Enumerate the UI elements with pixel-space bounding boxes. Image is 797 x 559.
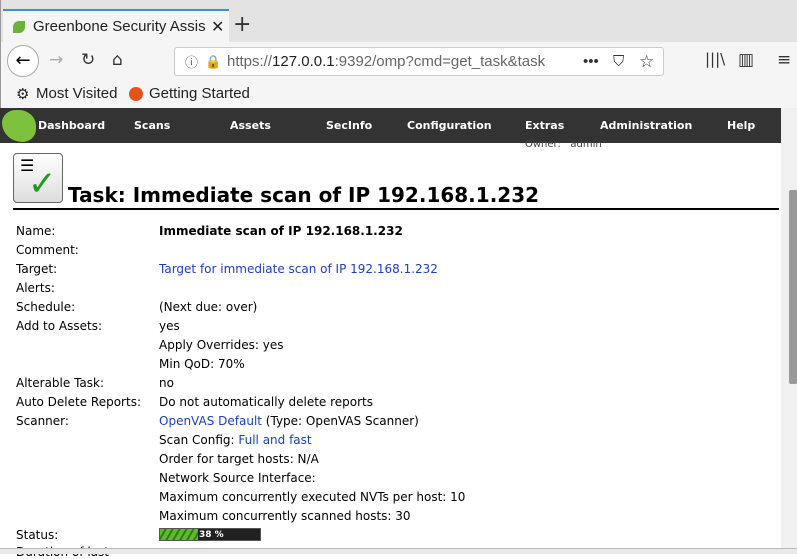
more-icon[interactable]: ••• [583, 53, 599, 70]
info-icon[interactable]: ⓘ [185, 52, 198, 71]
bookmark-getting-started[interactable]: Getting Started [149, 85, 250, 102]
field-value: no [159, 376, 174, 390]
menu-extras[interactable]: Extras [525, 119, 564, 132]
owner-info: Owner: admin [525, 139, 602, 150]
field-value: Do not automatically delete reports [159, 395, 374, 409]
nav-bar: ← → ↻ ⌂ ⓘ 🔒 https://127.0.0.1:9392/omp?c… [0, 42, 797, 80]
close-tab-icon[interactable]: ✕ [211, 17, 224, 37]
menu-help[interactable]: Help [727, 119, 755, 132]
field-value: (Next due: over) [159, 300, 258, 314]
task-icon: ☰ ✓ [13, 153, 63, 204]
greenbone-logo-icon[interactable] [2, 110, 36, 142]
gear-icon: ⚙ [16, 86, 30, 103]
field-value: Maximum concurrently executed NVTs per h… [159, 490, 466, 504]
pocket-icon[interactable]: ⛉ [613, 53, 624, 70]
field-label: Comment: [16, 243, 79, 257]
field-value: OpenVAS Default (Type: OpenVAS Scanner) [159, 414, 419, 428]
menu-secinfo[interactable]: SecInfo [326, 119, 372, 132]
menu-configuration[interactable]: Configuration [407, 119, 492, 132]
page-title: Task: Immediate scan of IP 192.168.1.232 [68, 183, 540, 207]
field-label: Alterable Task: [16, 376, 105, 390]
field-value: Target for immediate scan of IP 192.168.… [159, 262, 438, 276]
field-link[interactable]: Target for immediate scan of IP 192.168.… [159, 262, 438, 276]
reload-button[interactable]: ↻ [81, 50, 95, 70]
status-strip [0, 548, 797, 554]
browser-tab[interactable]: Greenbone Security Assistant✕ [3, 9, 229, 42]
main-menu: Dashboard Scans Assets SecInfo Configura… [0, 108, 781, 143]
field-label: Target: [16, 262, 58, 276]
field-value: Scan Config: Full and fast [159, 433, 312, 447]
sidebar-icon[interactable]: ▥ [738, 50, 754, 70]
field-label: Scanner: [16, 414, 69, 428]
status-label: Status: [16, 528, 59, 542]
firefox-icon [129, 87, 143, 101]
menu-scans[interactable]: Scans [134, 119, 170, 132]
menu-assets[interactable]: Assets [230, 119, 271, 132]
field-value: Network Source Interface: [159, 471, 316, 485]
field-label: Schedule: [16, 300, 76, 314]
field-value: Immediate scan of IP 192.168.1.232 [159, 224, 403, 238]
field-value: Min QoD: 70% [159, 357, 245, 371]
field-label: Add to Assets: [16, 319, 103, 333]
bookmark-most-visited[interactable]: Most Visited [36, 85, 117, 102]
url-bar[interactable]: ⓘ 🔒 https://127.0.0.1:9392/omp?cmd=get_t… [174, 47, 664, 76]
hamburger-menu-icon[interactable]: ≡ [777, 50, 791, 70]
forward-button[interactable]: → [49, 50, 63, 70]
lock-warning-icon[interactable]: 🔒 [205, 54, 221, 70]
bookmarks-bar: ⚙ Most Visited Getting Started [0, 80, 797, 108]
field-label: Name: [16, 224, 56, 238]
back-button[interactable]: ← [7, 45, 39, 77]
field-label: Alerts: [16, 281, 55, 295]
tab-bar: Greenbone Security Assistant✕ + [0, 0, 797, 42]
library-icon[interactable]: |||\ [705, 50, 725, 68]
star-icon[interactable]: ☆ [639, 52, 654, 72]
field-value: Maximum concurrently scanned hosts: 30 [159, 509, 411, 523]
menu-dashboard[interactable]: Dashboard [38, 119, 105, 132]
field-value: yes [159, 319, 180, 333]
progress-bar: 38 % [159, 528, 261, 541]
menu-administration[interactable]: Administration [600, 119, 692, 132]
field-link[interactable]: Full and fast [238, 433, 311, 447]
divider [13, 208, 779, 210]
field-value: Apply Overrides: yes [159, 338, 284, 352]
home-button[interactable]: ⌂ [112, 50, 123, 70]
field-link[interactable]: OpenVAS Default [159, 414, 262, 428]
new-tab-button[interactable]: + [233, 12, 251, 37]
scrollbar-thumb[interactable] [789, 190, 797, 384]
field-value: Order for target hosts: N/A [159, 452, 319, 466]
field-label: Auto Delete Reports: [16, 395, 141, 409]
greenbone-favicon-icon [13, 20, 25, 33]
